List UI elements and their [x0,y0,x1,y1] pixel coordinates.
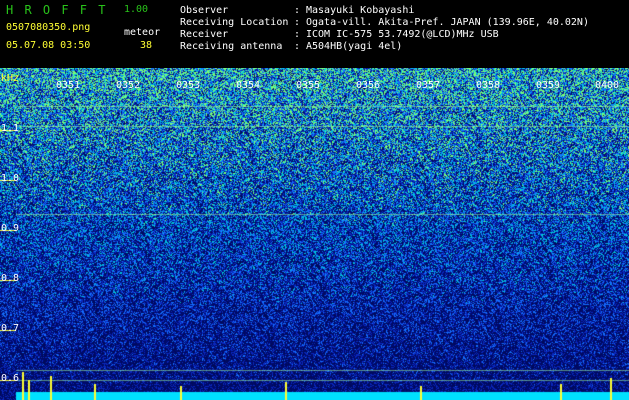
y-tick-label: 1.0 [1,173,20,184]
time-tick-label: 0351 [56,80,81,91]
time-tick-label: 0356 [356,80,381,91]
observer-sep: : [294,5,301,16]
y-tick-label: 0.7 [1,323,20,334]
time-tick-label: 0352 [116,80,141,91]
app-version: 1.00 [124,4,149,15]
time-tick-label: 0353 [176,80,201,91]
time-tick-label: 0359 [536,80,561,91]
meteor-count: 38 [140,40,153,51]
time-tick-label: 0355 [296,80,321,91]
time-tick-label: 0357 [416,80,441,91]
antenna-value: A504HB(yagi 4el) [306,41,403,52]
y-tick-label: 0.6 [1,373,20,384]
receiver-value: ICOM IC-575 53.7492(@LCD)MHz USB [306,29,499,40]
receiver-sep: : [294,29,301,40]
time-tick-label: 0400 [595,80,620,91]
timestamp: 05.07.08 03:50 [6,40,91,51]
observer-value: Masayuki Kobayashi [306,5,415,16]
receiver-label: Receiver [180,29,229,40]
y-unit-label: kHz [1,73,20,84]
header-panel: H R O F F T 1.00 0507080350.png meteor 0… [0,0,629,68]
spectrogram-canvas [0,68,629,400]
location-sep: : [294,17,301,28]
antenna-sep: : [294,41,301,52]
y-tick-label: 0.9 [1,223,20,234]
meteor-label: meteor [124,27,161,38]
location-label: Receiving Location [180,17,289,28]
antenna-label: Receiving antenna [180,41,283,52]
location-value: Ogata-vill. Akita-Pref. JAPAN (139.96E, … [306,17,589,28]
time-tick-label: 0354 [236,80,261,91]
time-tick-label: 0358 [476,80,501,91]
app-title: H R O F F T [6,3,108,17]
observer-label: Observer [180,5,229,16]
y-tick-label: 1.1 [1,123,20,134]
image-filename: 0507080350.png [6,22,91,33]
y-tick-label: 0.8 [1,273,20,284]
